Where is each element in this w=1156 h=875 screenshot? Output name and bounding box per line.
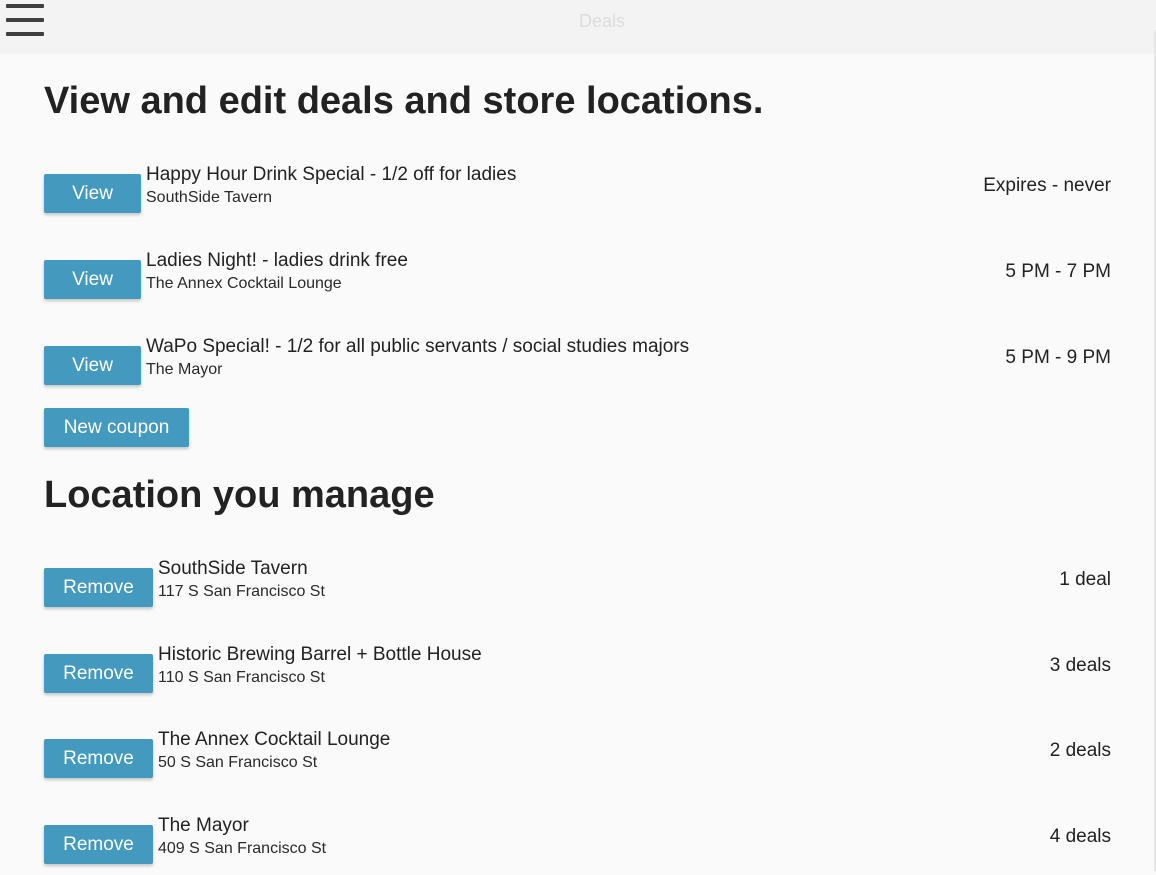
deal-time: 5 PM - 9 PM [1005,347,1111,368]
deal-row: View Happy Hour Drink Special - 1/2 off … [44,164,1111,224]
remove-location-button[interactable]: Remove [44,825,153,864]
location-row: Remove SouthSide Tavern 117 S San Franci… [44,558,1111,618]
deal-info: WaPo Special! - 1/2 for all public serva… [146,336,689,382]
deal-time: Expires - never [983,175,1111,196]
deal-title: Ladies Night! - ladies drink free [146,250,408,271]
location-info: Historic Brewing Barrel + Bottle House 1… [158,644,482,690]
location-deal-count: 3 deals [1049,655,1111,676]
view-deal-button[interactable]: View [44,346,141,385]
location-name: The Annex Cocktail Lounge [158,729,391,750]
location-info: The Annex Cocktail Lounge 50 S San Franc… [158,729,390,775]
new-coupon-button[interactable]: New coupon [44,408,189,447]
deal-info: Happy Hour Drink Special - 1/2 off for l… [146,164,516,210]
deal-title: Happy Hour Drink Special - 1/2 off for l… [146,164,517,185]
location-info: SouthSide Tavern 117 S San Francisco St [158,558,325,604]
deal-row: View WaPo Special! - 1/2 for all public … [44,336,1111,396]
top-bar: Deals [0,0,1156,54]
remove-location-button[interactable]: Remove [44,654,153,693]
location-name: Historic Brewing Barrel + Bottle House [158,644,482,665]
location-address: 110 S San Francisco St [158,669,325,686]
location-info: The Mayor 409 S San Francisco St [158,815,326,861]
deals-heading: View and edit deals and store locations. [44,80,764,122]
view-deal-button[interactable]: View [44,260,141,299]
location-row: Remove The Annex Cocktail Lounge 50 S Sa… [44,729,1111,789]
location-address: 117 S San Francisco St [158,583,325,600]
deal-time: 5 PM - 7 PM [1005,261,1111,282]
location-address: 409 S San Francisco St [158,840,327,857]
location-deal-count: 2 deals [1049,740,1111,761]
remove-location-button[interactable]: Remove [44,568,153,607]
location-address: 50 S San Francisco St [158,754,318,771]
location-name: SouthSide Tavern [158,558,308,579]
location-deal-count: 1 deal [1059,569,1111,590]
location-row: Remove Historic Brewing Barrel + Bottle … [44,644,1111,704]
deal-row: View Ladies Night! - ladies drink free T… [44,250,1111,310]
deal-title: WaPo Special! - 1/2 for all public serva… [146,336,690,357]
locations-heading: Location you manage [44,474,435,516]
deal-location: The Mayor [146,361,223,378]
deal-location: The Annex Cocktail Lounge [146,275,342,292]
location-row: Remove The Mayor 409 S San Francisco St … [44,815,1111,875]
deal-location: SouthSide Tavern [146,189,273,206]
location-deal-count: 4 deals [1049,826,1111,847]
top-bar-title: Deals [578,11,626,31]
location-name: The Mayor [158,815,249,836]
remove-location-button[interactable]: Remove [44,739,153,778]
deal-info: Ladies Night! - ladies drink free The An… [146,250,408,296]
view-deal-button[interactable]: View [44,174,141,213]
